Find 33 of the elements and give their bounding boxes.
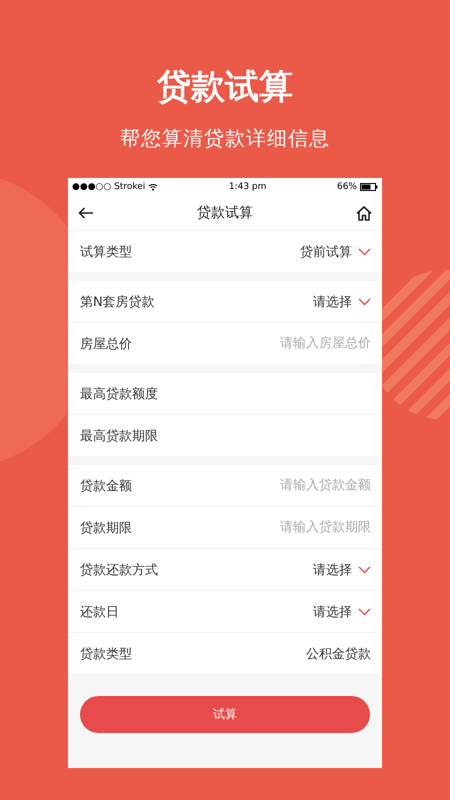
select-value[interactable]: 请选择 bbox=[313, 560, 352, 578]
select-value[interactable]: 请选择 bbox=[313, 292, 352, 310]
battery-text: 66% bbox=[336, 182, 357, 192]
wifi-icon bbox=[148, 183, 158, 191]
back-arrow-icon[interactable] bbox=[78, 207, 94, 219]
home-icon[interactable] bbox=[356, 206, 372, 220]
input-field[interactable]: 请输入贷款期限 bbox=[241, 520, 371, 535]
screen-title: 贷款试算 bbox=[197, 204, 253, 222]
input-field[interactable]: 请输入房屋总价 bbox=[241, 336, 371, 351]
field-label: 房屋总价 bbox=[80, 336, 132, 352]
headline: 贷款试算 bbox=[157, 66, 293, 109]
field-value: 公积金贷款 bbox=[306, 646, 371, 662]
field-label: 贷款类型 bbox=[80, 646, 132, 662]
field-label: 最高贷款期限 bbox=[80, 428, 158, 444]
chevron-down-icon[interactable] bbox=[358, 298, 371, 306]
field-label: 还款日 bbox=[80, 604, 119, 620]
select-value[interactable]: 请选择 bbox=[313, 602, 352, 620]
chevron-down-icon[interactable] bbox=[358, 608, 371, 616]
input-field[interactable]: 请输入贷款金额 bbox=[241, 478, 371, 493]
clock-text: 1:43 pm bbox=[228, 182, 266, 192]
battery-icon bbox=[360, 183, 378, 191]
field-label: 试算类型 bbox=[80, 244, 132, 260]
field-label: 贷款还款方式 bbox=[80, 562, 158, 578]
field-label: 贷款金额 bbox=[80, 478, 132, 494]
chevron-down-icon[interactable] bbox=[358, 566, 371, 574]
field-label: 贷款期限 bbox=[80, 520, 132, 536]
select-value[interactable]: 贷前试算 bbox=[300, 242, 352, 260]
chevron-down-icon[interactable] bbox=[358, 248, 371, 256]
field-label: 第N套房贷款 bbox=[80, 294, 155, 310]
carrier-text: ●●●○○ Strokei bbox=[72, 182, 146, 192]
field-label: 最高贷款额度 bbox=[80, 386, 158, 402]
calculate-button[interactable]: 试算 bbox=[80, 696, 370, 733]
subtitle: 帮您算清贷款详细信息 bbox=[120, 125, 330, 152]
